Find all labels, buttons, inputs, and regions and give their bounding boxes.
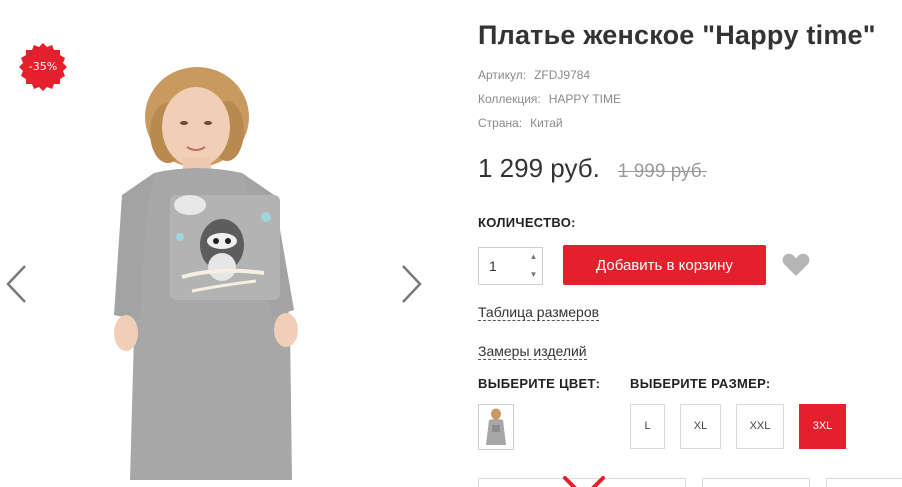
- bottom-panel-right: [826, 478, 902, 487]
- size-option-xl[interactable]: XL: [680, 404, 721, 449]
- close-icon[interactable]: [561, 476, 607, 487]
- size-option-xxl[interactable]: XXL: [736, 404, 784, 449]
- product-gallery: -35%: [0, 0, 440, 487]
- meta-country: Страна: Китай: [478, 116, 563, 130]
- meta-country-label: Страна:: [478, 116, 523, 130]
- size-option-3xl[interactable]: 3XL: [799, 404, 846, 449]
- meta-collection: Коллекция: HAPPY TIME: [478, 92, 621, 106]
- quantity-label: КОЛИЧЕСТВО:: [478, 215, 576, 230]
- bottom-panel-middle: [702, 478, 810, 487]
- choose-size-label: ВЫБЕРИТЕ РАЗМЕР:: [630, 376, 771, 391]
- measurements-link[interactable]: Замеры изделий: [478, 343, 587, 360]
- quantity-stepper: ▲ ▼: [478, 247, 543, 285]
- meta-article-label: Артикул:: [478, 68, 527, 82]
- meta-article-value: ZFDJ9784: [534, 68, 591, 82]
- current-price: 1 299 руб.: [478, 153, 600, 183]
- meta-collection-label: Коллекция:: [478, 92, 541, 106]
- size-option-l[interactable]: L: [630, 404, 665, 449]
- meta-article: Артикул: ZFDJ9784: [478, 68, 590, 82]
- triangle-up-icon[interactable]: ▲: [524, 248, 543, 266]
- heart-icon[interactable]: [782, 253, 810, 277]
- add-to-cart-button[interactable]: Добавить в корзину: [563, 245, 766, 285]
- choose-color-label: ВЫБЕРИТЕ ЦВЕТ:: [478, 376, 601, 391]
- chevron-right-icon[interactable]: [395, 262, 425, 306]
- product-photo: [42, 45, 382, 487]
- quantity-input[interactable]: [479, 248, 523, 284]
- meta-collection-value: HAPPY TIME: [548, 92, 621, 106]
- size-table-link[interactable]: Таблица размеров: [478, 304, 600, 321]
- chevron-left-icon[interactable]: [3, 262, 33, 306]
- price-block: 1 299 руб. 1 999 руб.: [478, 153, 707, 184]
- triangle-down-icon[interactable]: ▼: [524, 266, 543, 284]
- product-title: Платье женское "Happy time": [478, 20, 876, 50]
- meta-country-value: Китай: [530, 116, 563, 130]
- color-swatch-grey[interactable]: [478, 404, 514, 450]
- old-price: 1 999 руб.: [617, 161, 707, 182]
